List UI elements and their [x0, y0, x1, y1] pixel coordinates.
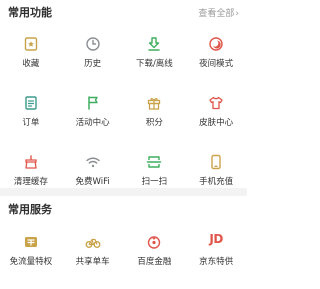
function-item-activity-center[interactable]: 活动中心 — [62, 91, 124, 150]
history-clock-icon — [85, 37, 100, 51]
function-item-points[interactable]: 积分 — [124, 91, 186, 150]
function-item-orders[interactable]: 订单 — [0, 91, 62, 150]
service-label: 共享单车 — [75, 257, 110, 267]
function-label: 夜间模式 — [199, 59, 234, 69]
bike-icon — [85, 238, 101, 248]
skin-shirt-icon — [209, 96, 223, 110]
function-label: 历史 — [84, 59, 102, 69]
jd-icon: JD — [209, 232, 223, 246]
function-label: 皮肤中心 — [199, 118, 234, 128]
phone-recharge-icon — [211, 154, 221, 170]
function-item-history[interactable]: 历史 — [62, 32, 124, 91]
flag-icon — [87, 96, 98, 110]
service-item-jd-special[interactable]: JD 京东特供 — [185, 230, 247, 289]
function-item-favorites[interactable]: 收藏 — [0, 32, 62, 91]
function-grid: 收藏 历史 下载/离线 夜间模式 订单 活动中心 积分 皮肤中心 清理缓存 免费… — [0, 32, 247, 209]
function-label: 活动中心 — [75, 118, 110, 128]
common-functions-section: 常用功能 查看全部› 收藏 历史 下载/离线 夜间模式 订单 活动中心 积分 皮… — [0, 0, 247, 190]
section-divider — [0, 188, 247, 196]
view-all-label: 查看全部 — [198, 9, 235, 19]
function-label: 下载/离线 — [135, 59, 173, 69]
service-grid: 免流量特权 共享单车 百度金融 JD 京东特供 — [0, 230, 247, 289]
function-label: 订单 — [22, 118, 40, 128]
favorites-icon — [24, 37, 38, 51]
function-item-night-mode[interactable]: 夜间模式 — [185, 32, 247, 91]
service-item-free-data[interactable]: 免流量特权 — [0, 230, 62, 289]
function-label: 免费WiFi — [75, 177, 110, 187]
service-label: 百度金融 — [137, 257, 172, 267]
function-item-skin-center[interactable]: 皮肤中心 — [185, 91, 247, 150]
service-label: 京东特供 — [199, 257, 234, 267]
chevron-right-icon: › — [235, 9, 239, 19]
scan-icon — [147, 156, 162, 168]
function-label: 收藏 — [22, 59, 40, 69]
common-functions-title: 常用功能 — [8, 6, 52, 19]
common-services-section: 常用服务 免流量特权 共享单车 百度金融 JD 京东特供 — [0, 196, 247, 267]
clean-cache-icon — [25, 155, 37, 169]
points-gift-icon — [148, 98, 161, 110]
wifi-icon — [85, 157, 100, 168]
function-label: 清理缓存 — [13, 177, 48, 187]
night-mode-icon — [209, 37, 223, 51]
service-item-shared-bike[interactable]: 共享单车 — [62, 230, 124, 289]
function-item-download[interactable]: 下载/离线 — [124, 32, 186, 91]
common-services-title: 常用服务 — [8, 203, 52, 216]
finance-icon — [148, 236, 161, 249]
order-icon — [25, 96, 37, 110]
view-all-link[interactable]: 查看全部› — [198, 6, 239, 19]
service-item-baidu-finance[interactable]: 百度金融 — [124, 230, 186, 289]
service-label: 免流量特权 — [9, 257, 53, 267]
function-label: 手机充值 — [199, 177, 234, 187]
free-data-icon — [24, 237, 37, 247]
download-icon — [148, 37, 161, 51]
function-label: 积分 — [145, 118, 163, 128]
function-label: 扫一扫 — [141, 177, 168, 187]
